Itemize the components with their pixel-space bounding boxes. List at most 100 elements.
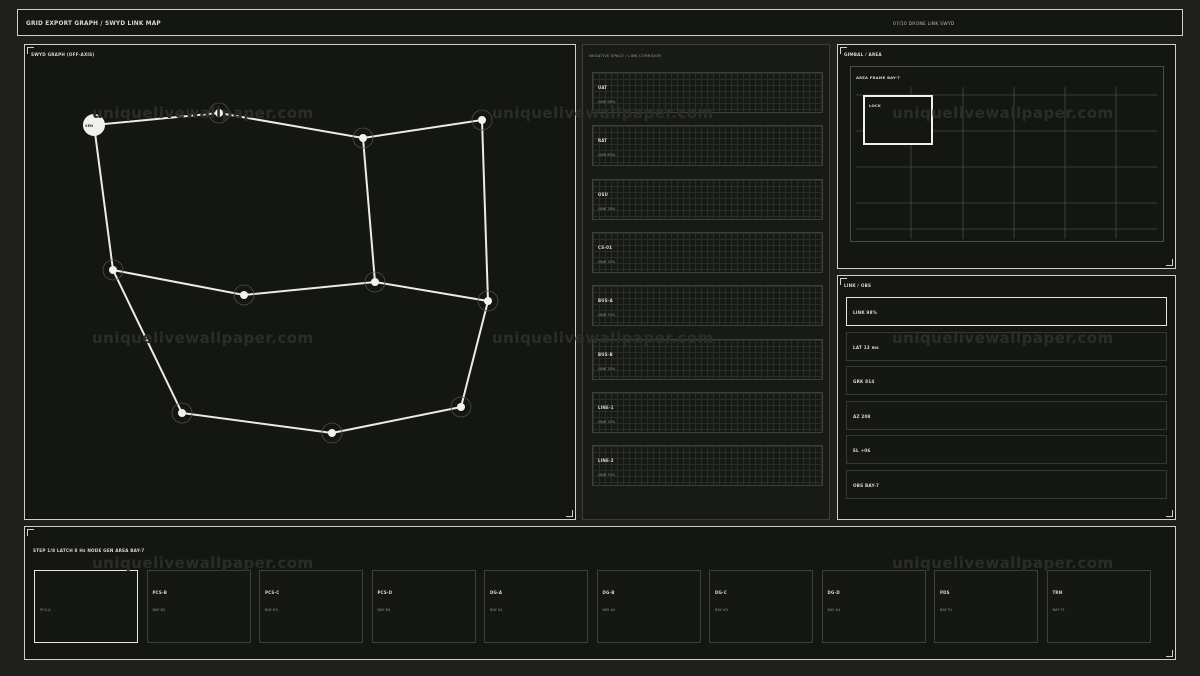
step-item-sub: BAY B3 (265, 608, 278, 612)
header-title: GRID EXPORT GRAPH / SWYD LINK MAP (26, 21, 161, 27)
step-item-sub: PCS-A (40, 608, 51, 612)
panel-corner (1166, 259, 1173, 266)
corridor-item-sub: LINK 98% (598, 100, 616, 104)
header-bar: GRID EXPORT GRAPH / SWYD LINK MAP 07/10 … (17, 9, 1183, 36)
step-item-sub: BAY T1 (1052, 608, 1065, 612)
area-grid (856, 87, 1157, 239)
graph-canvas[interactable] (25, 45, 577, 521)
corridor-item[interactable]: RAT LINK 89% (592, 125, 823, 167)
corridor-item[interactable]: OSU LINK 78% (592, 178, 823, 220)
step-item[interactable]: TRN BAY T1 (1046, 570, 1151, 643)
graph-edge-outer (93, 111, 490, 435)
step-item-name: DG-A (490, 590, 503, 595)
step-item-sub: BAY B4 (377, 608, 391, 612)
graph-node (109, 266, 117, 274)
step-item-name: DG-C (715, 590, 727, 595)
graph-edges (93, 111, 490, 435)
step-panel: STEP 1/8 LATCH 8 Hz NODE GEN AREA BAY-7 … (24, 526, 1176, 660)
corridor-item-sub: LINK 74% (598, 419, 616, 424)
step-item-name: TRN (1052, 590, 1063, 595)
link-row[interactable]: LAT 12 ms (846, 331, 1167, 361)
corridor-item-name: LINE-2 (598, 458, 614, 464)
link-row[interactable]: GRK 814 (846, 366, 1167, 395)
gimbal-panel: GIMBAL / AREA AREA FRAME BAY-7 LOCK (837, 44, 1176, 269)
step-item[interactable]: PCS-B BAY B2 (146, 570, 251, 643)
step-item-sub: BAY A4 (827, 608, 841, 612)
step-item[interactable]: DG-C BAY A3 (709, 570, 813, 643)
lock-box[interactable]: LOCK (863, 95, 933, 145)
corridor-item-name: BUS-A (598, 298, 613, 304)
step-label: STEP 1/8 LATCH 8 Hz NODE GEN AREA BAY-7 (33, 548, 145, 553)
step-item[interactable]: PDS BAY P1 (934, 570, 1038, 643)
corridor-item-name: RAT (598, 138, 608, 144)
link-row[interactable]: LINK 98% (846, 297, 1167, 326)
graph-nodes (83, 109, 492, 437)
step-item-name: DG-D (827, 590, 840, 595)
area-frame[interactable]: AREA FRAME BAY-7 LOCK (850, 66, 1164, 242)
corridor-item[interactable]: UAT LINK 98% (592, 72, 823, 113)
step-item[interactable]: PCS-A (34, 570, 138, 643)
graph-node (240, 291, 248, 299)
corridor-item-sub: LINK 89% (598, 153, 616, 158)
step-item[interactable]: DG-B BAY A2 (596, 570, 701, 643)
corridor-item-name: OSU (598, 191, 609, 197)
step-item[interactable]: DG-D BAY A4 (821, 570, 926, 643)
link-row-text: LINK 98% (853, 310, 878, 315)
link-row-text: GRK 814 (853, 379, 875, 384)
corridor-item-name: UAT (598, 85, 608, 90)
panel-corner (27, 529, 34, 536)
link-row-text: AZ 208 (853, 413, 871, 419)
link-row-text: LAT 12 ms (853, 344, 879, 350)
graph-node (371, 278, 379, 286)
corridor-item-sub: LINK 74% (598, 366, 616, 371)
corridor-label: NEGATIVE SPACE / LINK CORRIDOR (589, 53, 662, 58)
step-item[interactable]: DG-A BAY A1 (484, 570, 588, 643)
graph-edge-middle (112, 269, 489, 302)
graph-node (478, 116, 486, 124)
corridor-item[interactable]: BUS-B LINK 74% (592, 338, 823, 380)
graph-node-halos (102, 102, 499, 444)
step-item-name: DG-B (602, 590, 615, 595)
link-obs-label: LINK / OBS (844, 283, 872, 288)
graph-node (178, 409, 186, 417)
graph-node (457, 403, 465, 411)
corridor-item[interactable]: LINE-1 LINK 74% (592, 391, 823, 433)
step-item[interactable]: PCS-C BAY B3 (259, 570, 363, 643)
panel-corner (1166, 650, 1173, 657)
link-row[interactable]: AZ 208 (846, 400, 1167, 430)
link-row-text: EL +06 (853, 448, 871, 453)
corridor-item[interactable]: LINE-2 LINK 74% (592, 445, 823, 487)
graph-node (484, 297, 492, 305)
corridor-item-name: BUS-B (598, 351, 613, 357)
link-row[interactable]: OBS BAY-7 (846, 469, 1167, 499)
step-item-name: PCS-D (377, 590, 393, 595)
corridor-item[interactable]: BUS-A LINK 74% (592, 285, 823, 327)
step-item-sub: BAY A2 (602, 608, 616, 612)
link-row[interactable]: EL +06 (846, 435, 1167, 464)
graph-edge-inner (362, 137, 376, 283)
graph-origin-label: SEN (85, 124, 94, 128)
graph-node (328, 429, 336, 437)
corridor-item-sub: LINK 74% (598, 313, 616, 318)
step-item-name: PDS (940, 590, 950, 595)
link-obs-panel: LINK / OBS LINK 98% LAT 12 ms GRK 814 AZ 20… (837, 275, 1176, 520)
panel-corner (1166, 510, 1173, 517)
step-item-sub: BAY A1 (490, 608, 503, 612)
header-status: 07/10 DRONE LINK SWYD (893, 22, 955, 27)
step-item-sub: BAY P1 (940, 608, 953, 612)
corridor-item-name: CS-01 (598, 244, 613, 250)
graph-panel: SWYD GRAPH (OFF-AXIS) SEN (24, 44, 576, 520)
corridor-item-name: LINE-1 (598, 404, 614, 410)
step-item-name: PCS-C (265, 590, 280, 595)
step-item-sub: BAY A3 (715, 608, 728, 612)
graph-node (359, 134, 367, 142)
step-item[interactable]: PCS-D BAY B4 (371, 570, 476, 643)
corridor-item-sub: LINK 78% (598, 206, 616, 211)
step-item-sub: BAY B2 (152, 608, 166, 612)
corridor-item-sub: LINK 74% (598, 259, 616, 264)
lock-label: LOCK (869, 103, 882, 108)
corridor-item[interactable]: CS-01 LINK 74% (592, 231, 823, 273)
graph-node (215, 109, 223, 117)
step-item-name: PCS-B (152, 590, 168, 595)
corridor-item-sub: LINK 74% (598, 473, 616, 478)
